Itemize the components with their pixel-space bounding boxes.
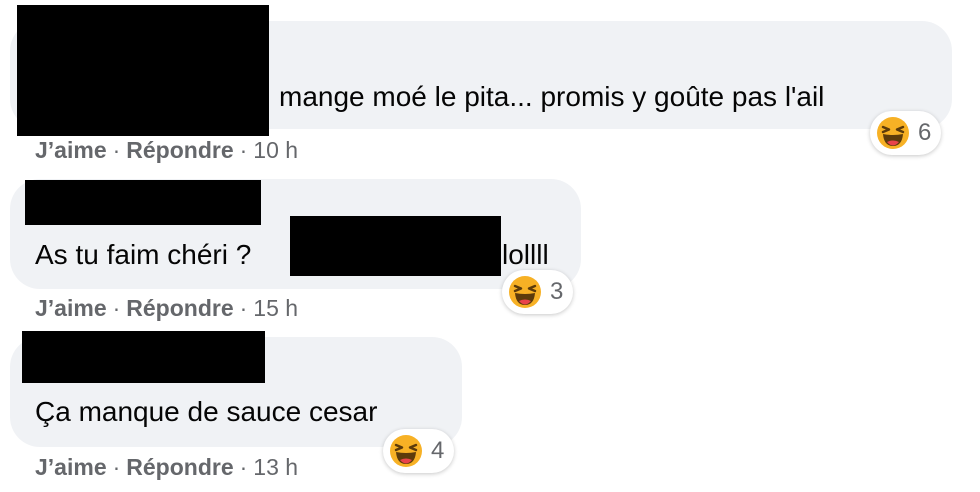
timestamp[interactable]: 10 h	[253, 137, 298, 163]
redacted-mention	[290, 216, 501, 276]
separator: ·	[112, 295, 121, 321]
separator: ·	[112, 454, 121, 480]
comment-text: mange moé le pita... promis y goûte pas …	[279, 81, 825, 112]
separator: ·	[239, 295, 248, 321]
comment-text: As tu faim chéri ?	[35, 239, 252, 270]
reaction-summary[interactable]: 6	[870, 111, 942, 155]
haha-icon	[390, 435, 422, 467]
timestamp[interactable]: 15 h	[253, 295, 298, 321]
like-link[interactable]: J’aime	[35, 295, 107, 321]
comment-actions: J’aime · Répondre · 10 h	[35, 139, 298, 162]
haha-icon	[877, 117, 909, 149]
timestamp[interactable]: 13 h	[253, 454, 298, 480]
reaction-count: 6	[918, 119, 932, 146]
separator: ·	[239, 137, 248, 163]
reaction-count: 4	[431, 437, 445, 464]
separator: ·	[239, 454, 248, 480]
reaction-summary[interactable]: 3	[502, 270, 574, 314]
redacted-author-name	[25, 180, 261, 225]
comment-actions: J’aime · Répondre · 15 h	[35, 297, 298, 320]
redacted-author-name	[22, 331, 265, 383]
reaction-count: 3	[550, 278, 564, 305]
reply-link[interactable]: Répondre	[126, 454, 233, 480]
like-link[interactable]: J’aime	[35, 137, 107, 163]
separator: ·	[112, 137, 121, 163]
reply-link[interactable]: Répondre	[126, 137, 233, 163]
reaction-summary[interactable]: 4	[383, 429, 455, 473]
redacted-author-name	[17, 5, 269, 136]
comment-actions: J’aime · Répondre · 13 h	[35, 456, 298, 479]
like-link[interactable]: J’aime	[35, 454, 107, 480]
comment-text: Ça manque de sauce cesar	[35, 396, 378, 427]
reply-link[interactable]: Répondre	[126, 295, 233, 321]
haha-icon	[509, 276, 541, 308]
comment-text-tail: lollll	[502, 239, 549, 270]
